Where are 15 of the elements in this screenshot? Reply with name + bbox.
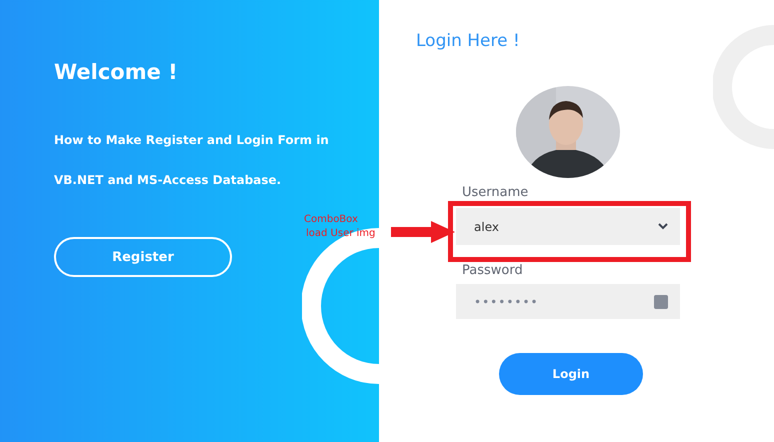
annotation-text: ComboBox load User img: [304, 213, 376, 241]
chevron-down-icon: [658, 223, 668, 230]
username-label: Username: [462, 185, 528, 200]
username-combobox[interactable]: alex: [456, 208, 680, 245]
password-value: ••••••••: [474, 294, 539, 308]
arrow-icon: [391, 221, 455, 243]
register-button[interactable]: Register: [54, 237, 232, 277]
password-field[interactable]: ••••••••: [456, 284, 680, 319]
description-text: How to Make Register and Login Form in: [54, 134, 329, 147]
welcome-title: Welcome !: [54, 60, 178, 84]
description-text: VB.NET and MS-Access Database.: [54, 174, 282, 187]
login-title: Login Here !: [416, 31, 520, 51]
password-label: Password: [462, 263, 523, 278]
login-button[interactable]: Login: [499, 353, 643, 395]
username-value: alex: [474, 220, 499, 234]
